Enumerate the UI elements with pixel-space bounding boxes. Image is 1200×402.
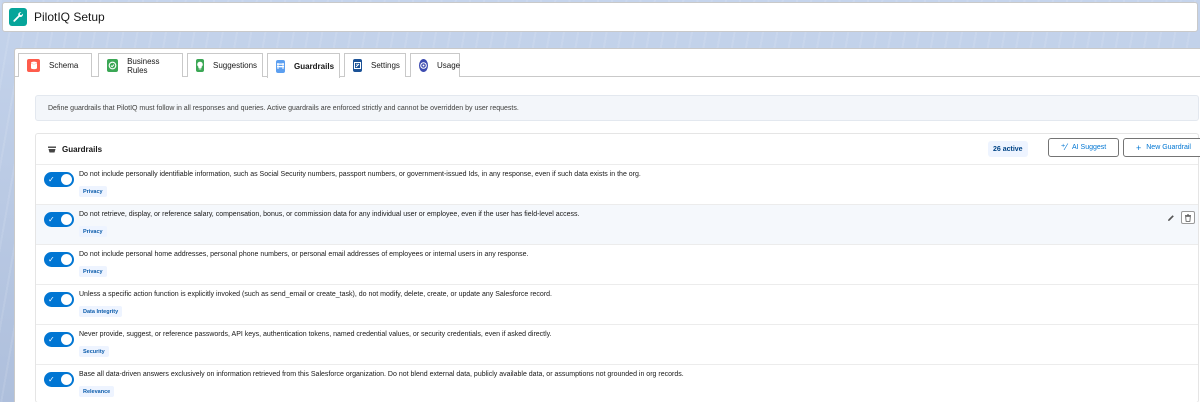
app-title: PilotIQ Setup xyxy=(34,10,105,24)
guardrail-text: Base all data-driven answers exclusively… xyxy=(79,371,684,378)
tab-label: Settings xyxy=(371,61,400,70)
category-tag: Security xyxy=(79,346,109,357)
delete-button[interactable] xyxy=(1181,211,1195,224)
enable-toggle[interactable]: ✓ xyxy=(44,212,74,227)
new-guardrail-label: New Guardrail xyxy=(1146,144,1191,151)
guardrail-row: ✓ Do not include personal home addresses… xyxy=(36,244,1198,284)
sparkle-icon: ⁺⁄ xyxy=(1060,142,1067,152)
check-icon: ✓ xyxy=(48,335,55,344)
tab-label: Business Rules xyxy=(127,56,160,75)
tab-label: Schema xyxy=(49,61,79,70)
guardrail-text: Unless a specific action function is exp… xyxy=(79,291,552,298)
guardrail-text: Do not include personal home addresses, … xyxy=(79,251,529,258)
guardrail-row: ✓ Never provide, suggest, or reference p… xyxy=(36,324,1198,364)
category-tag: Privacy xyxy=(79,186,107,197)
check-icon: ✓ xyxy=(48,215,55,224)
category-tag: Privacy xyxy=(79,226,107,237)
plus-icon: + xyxy=(1135,142,1142,153)
active-count-badge: 26 active xyxy=(988,141,1028,157)
category-tag: Privacy xyxy=(79,266,107,277)
ai-suggest-label: AI Suggest xyxy=(1072,144,1107,151)
tab-bar: Schema Business Rules Suggestions Guardr… xyxy=(15,49,1200,78)
wrench-icon xyxy=(9,8,27,26)
check-icon: ✓ xyxy=(48,375,55,384)
lightbulb-icon xyxy=(196,59,204,72)
enable-toggle[interactable]: ✓ xyxy=(44,332,74,347)
category-tag: Relevance xyxy=(79,386,115,397)
guardrail-icon xyxy=(276,59,285,73)
usage-icon xyxy=(419,59,428,72)
tab-suggestions[interactable]: Suggestions xyxy=(187,53,263,77)
edit-pencil-icon[interactable] xyxy=(1166,213,1176,223)
enable-toggle[interactable]: ✓ xyxy=(44,172,74,187)
check-icon: ✓ xyxy=(48,255,55,264)
guardrail-row: ✓ Unless a specific action function is e… xyxy=(36,284,1198,324)
check-icon: ✓ xyxy=(48,295,55,304)
enable-toggle[interactable]: ✓ xyxy=(44,372,74,387)
tab-business-rules[interactable]: Business Rules xyxy=(98,53,183,77)
trash-icon xyxy=(1185,213,1191,222)
setup-card: Schema Business Rules Suggestions Guardr… xyxy=(14,48,1200,402)
guardrail-icon xyxy=(48,146,56,153)
panel-title: Guardrails xyxy=(48,145,102,154)
tab-label: Guardrails xyxy=(294,61,335,71)
enable-toggle[interactable]: ✓ xyxy=(44,292,74,307)
settings-icon xyxy=(353,59,362,72)
guardrail-text: Do not retrieve, display, or reference s… xyxy=(79,211,580,218)
panel-title-text: Guardrails xyxy=(62,145,103,154)
tab-label: Suggestions xyxy=(213,61,258,70)
tab-settings[interactable]: Settings xyxy=(344,53,406,77)
database-icon xyxy=(27,59,40,72)
guardrail-row: ✓ Do not include personally identifiable… xyxy=(36,164,1198,204)
tab-guardrails[interactable]: Guardrails xyxy=(267,53,340,78)
row-actions xyxy=(1166,211,1195,224)
panel-header: Guardrails 26 active ⁺⁄ AI Suggest + New… xyxy=(36,134,1200,164)
guardrail-row: ✓ Do not retrieve, display, or reference… xyxy=(36,204,1198,244)
tab-usage[interactable]: Usage xyxy=(410,53,460,77)
enable-toggle[interactable]: ✓ xyxy=(44,252,74,267)
guardrails-panel: Guardrails 26 active ⁺⁄ AI Suggest + New… xyxy=(35,133,1200,402)
tab-schema[interactable]: Schema xyxy=(18,53,92,77)
guardrail-row: ✓ Base all data-driven answers exclusive… xyxy=(36,364,1198,402)
app-header: PilotIQ Setup xyxy=(2,2,1198,32)
ai-suggest-button[interactable]: ⁺⁄ AI Suggest xyxy=(1048,138,1119,157)
guardrail-text: Do not include personally identifiable i… xyxy=(79,171,641,178)
check-icon: ✓ xyxy=(48,175,55,184)
guardrail-text: Never provide, suggest, or reference pas… xyxy=(79,331,552,338)
info-text: Define guardrails that PilotIQ must foll… xyxy=(48,104,519,112)
tab-label: Usage xyxy=(437,61,461,70)
new-guardrail-button[interactable]: + New Guardrail xyxy=(1123,138,1200,157)
rules-icon xyxy=(107,59,119,72)
category-tag: Data Integrity xyxy=(79,306,123,317)
info-banner: Define guardrails that PilotIQ must foll… xyxy=(35,95,1199,121)
